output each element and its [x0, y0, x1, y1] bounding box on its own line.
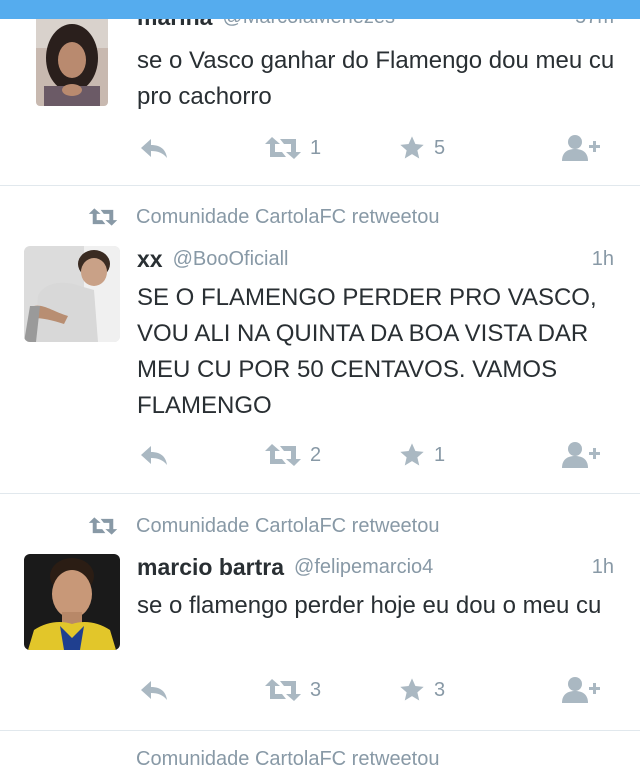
add-user-icon [562, 677, 600, 703]
retweeted-by-label[interactable]: Comunidade CartolaFC retweetou [136, 515, 440, 538]
follow-button[interactable] [560, 672, 602, 708]
tweet-actions: 2 1 [0, 437, 640, 473]
retweet-icon [265, 679, 301, 701]
user-handle[interactable]: @felipemarcio4 [294, 556, 433, 579]
retweet-icon [265, 444, 301, 466]
retweet-count: 3 [310, 678, 322, 701]
reply-icon [141, 446, 167, 465]
avatar[interactable] [36, 8, 108, 106]
retweet-icon [88, 517, 118, 535]
retweet-button[interactable]: 2 [264, 437, 321, 473]
add-user-icon [562, 135, 600, 161]
next-tweet-retweet-context: Comunidade CartolaFC retweetou [88, 748, 548, 768]
favorite-button[interactable]: 5 [398, 130, 445, 166]
retweeted-by-label[interactable]: Comunidade CartolaFC retweetou [136, 206, 440, 229]
top-app-bar [0, 0, 640, 19]
favorite-button[interactable]: 1 [398, 437, 445, 473]
tweet-time[interactable]: 1h [592, 556, 614, 579]
retweet-context: Comunidade CartolaFC retweetou [88, 202, 440, 232]
tweet-item[interactable]: Comunidade CartolaFC retweetou xx @BooOf… [0, 186, 640, 494]
avatar[interactable] [24, 246, 120, 342]
favorite-count: 1 [434, 443, 446, 466]
retweet-button[interactable]: 1 [264, 130, 321, 166]
tweet-text: se o flamengo perder hoje eu dou o meu c… [137, 592, 602, 619]
follow-button[interactable] [560, 130, 602, 166]
favorite-button[interactable]: 3 [398, 672, 445, 708]
retweet-button[interactable]: 3 [264, 672, 321, 708]
retweet-icon [88, 208, 118, 226]
retweet-count: 1 [310, 136, 322, 159]
user-name[interactable]: marcio bartra [137, 554, 284, 581]
tweet-actions: 3 3 [0, 672, 640, 708]
star-icon [400, 443, 424, 466]
retweeted-by-label: Comunidade CartolaFC retweetou [136, 748, 440, 768]
reply-icon [141, 139, 167, 158]
tweet-item[interactable]: Comunidade CartolaFC retweetou marcio ba… [0, 494, 640, 731]
user-handle[interactable]: @BooOficiall [173, 248, 289, 271]
star-icon [400, 136, 424, 159]
star-icon [400, 678, 424, 701]
tweet-text: SE O FLAMENGO PERDER PRO VASCO, VOU ALI … [137, 284, 597, 419]
tweet-header: marcio bartra @felipemarcio4 1h [137, 552, 614, 582]
tweet-actions: 1 5 [0, 130, 640, 166]
retweet-context: Comunidade CartolaFC retweetou [88, 511, 440, 541]
follow-button[interactable] [560, 437, 602, 473]
retweet-count: 2 [310, 443, 322, 466]
tweet-time[interactable]: 1h [592, 248, 614, 271]
tweet-item[interactable]: marina @MarcolaMenezes 57m se o Vasco ga… [0, 0, 640, 186]
add-user-icon [562, 442, 600, 468]
reply-button[interactable] [138, 130, 170, 166]
favorite-count: 3 [434, 678, 446, 701]
reply-icon [141, 681, 167, 700]
favorite-count: 5 [434, 136, 446, 159]
reply-button[interactable] [138, 672, 170, 708]
avatar[interactable] [24, 554, 120, 650]
tweet-text: se o Vasco ganhar do Flamengo dou meu cu… [137, 47, 615, 110]
tweet-header: xx @BooOficiall 1h [137, 244, 614, 274]
reply-button[interactable] [138, 437, 170, 473]
user-name[interactable]: xx [137, 246, 163, 273]
retweet-icon [265, 137, 301, 159]
